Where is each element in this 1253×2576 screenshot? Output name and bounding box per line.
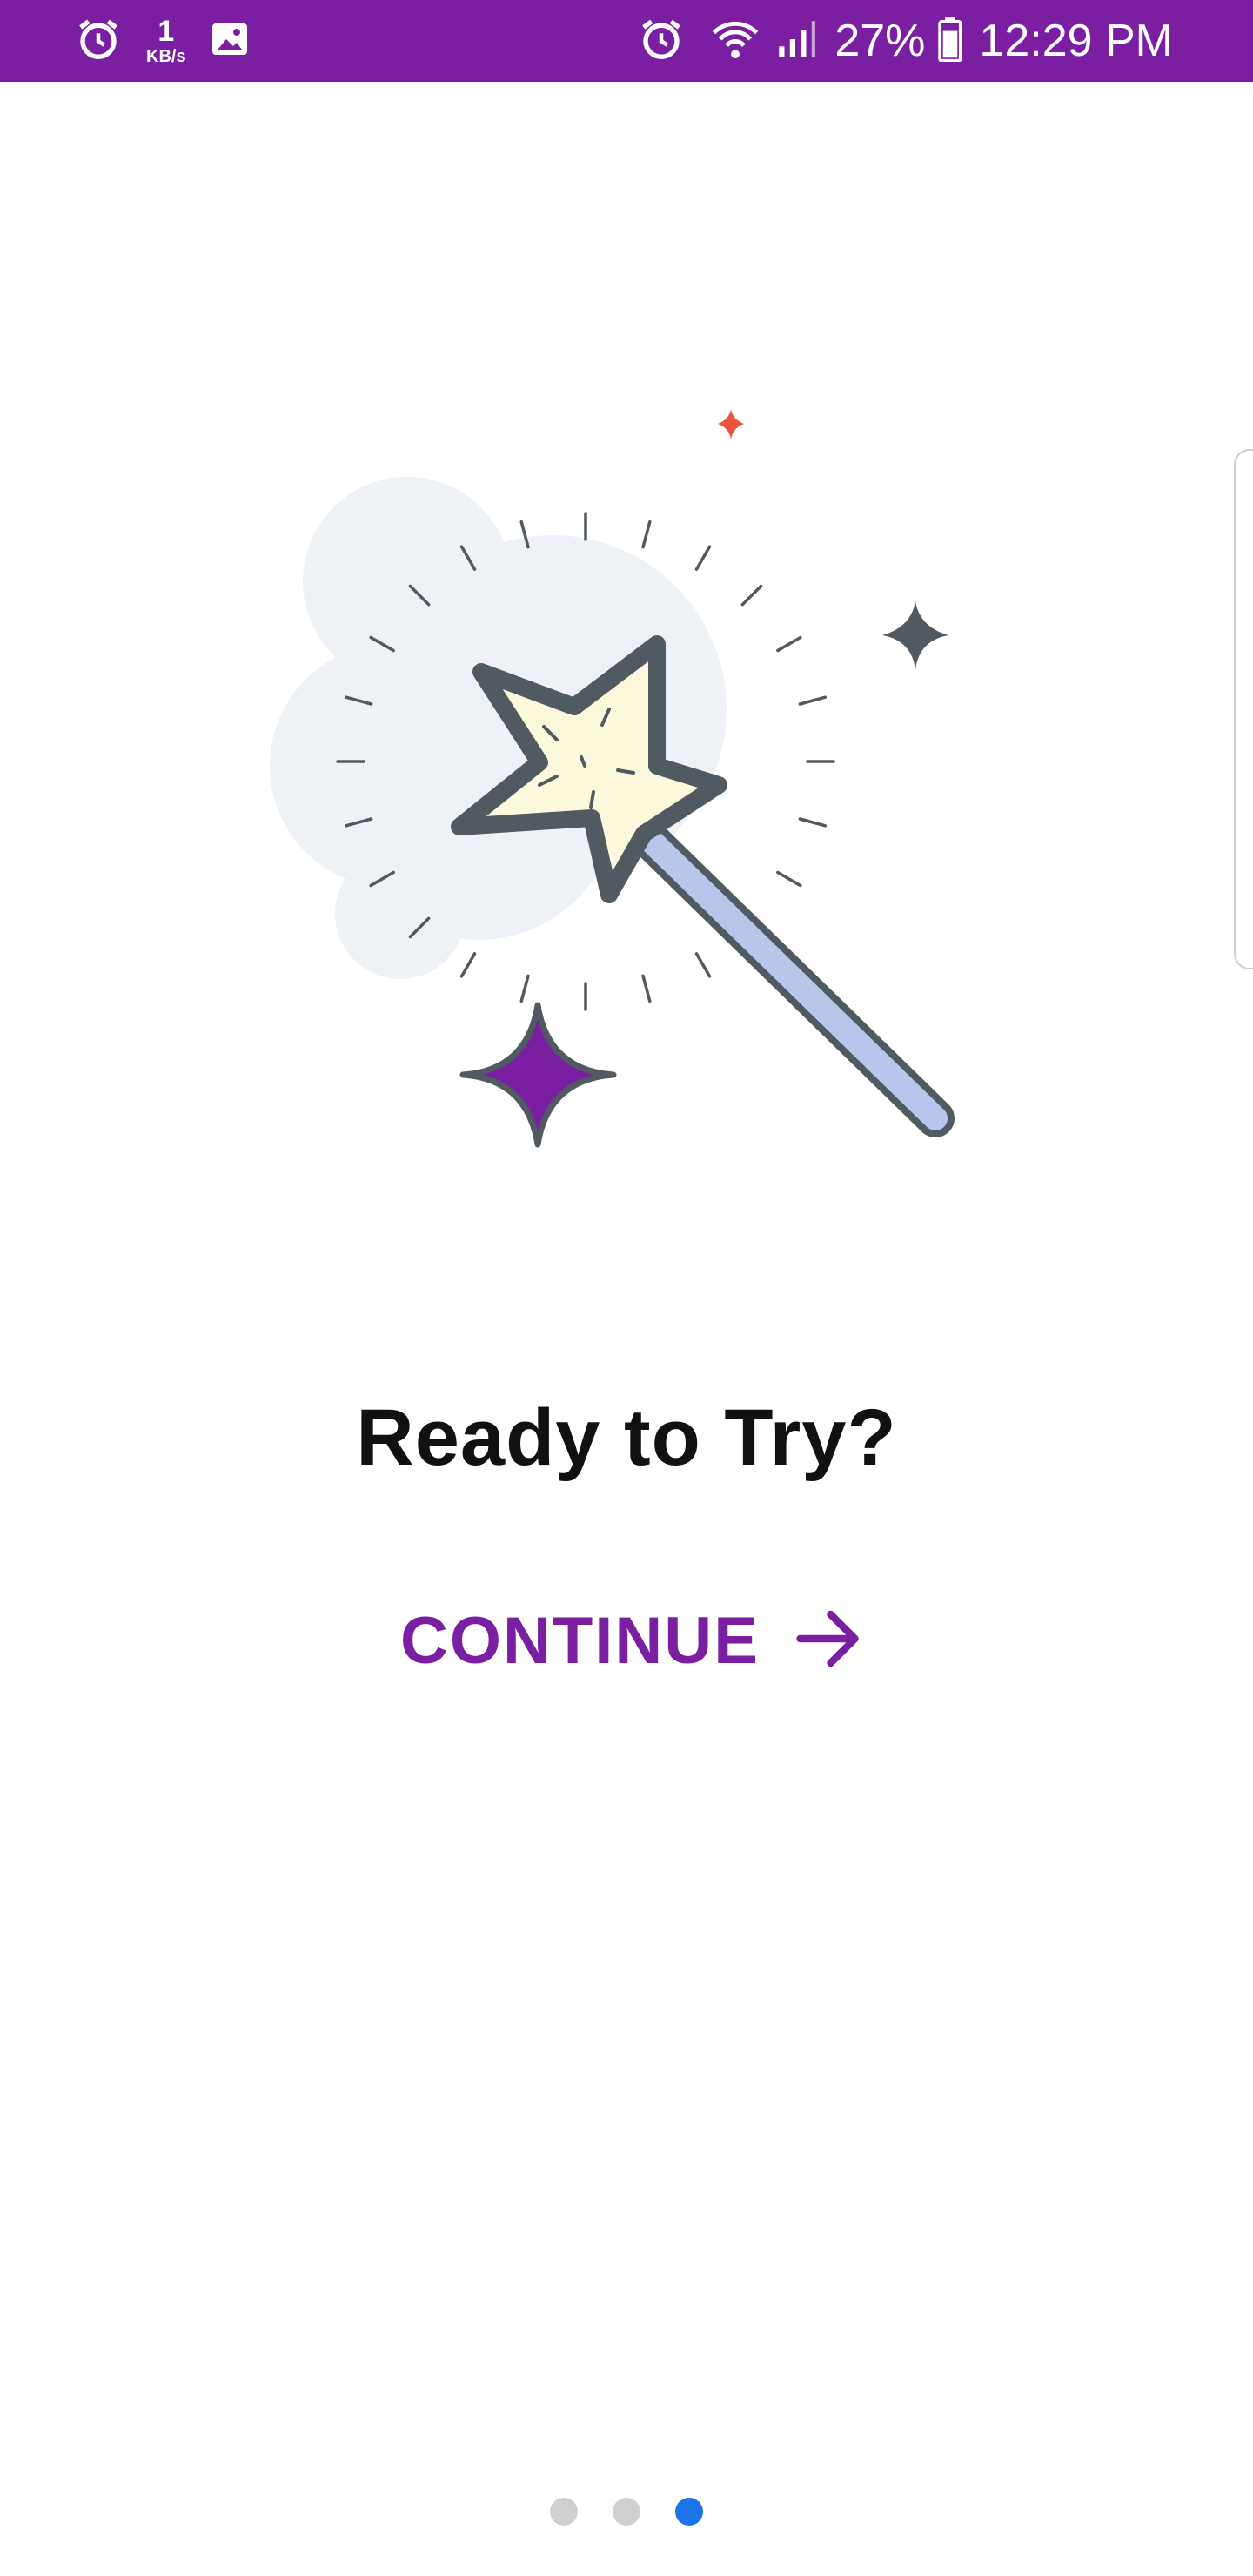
alarm-icon xyxy=(638,16,685,67)
sparkle-ray xyxy=(776,635,802,653)
battery-icon xyxy=(937,17,963,66)
clock-time: 12:29 PM xyxy=(979,16,1173,66)
page-title: Ready to Try? xyxy=(356,1393,897,1482)
image-icon xyxy=(209,18,251,64)
sparkle-ray xyxy=(694,952,712,978)
sparkle-ray xyxy=(459,952,477,978)
network-speed-value: 1 xyxy=(157,15,175,48)
sparkle-ray xyxy=(519,974,530,1003)
arrow-right-icon xyxy=(791,1602,864,1680)
sparkle-ray xyxy=(798,817,828,828)
page-dot-2[interactable] xyxy=(613,2498,640,2526)
status-left: 1 KB/s xyxy=(75,0,275,82)
sparkle-ray xyxy=(641,974,652,1003)
network-speed-unit: KB/s xyxy=(146,47,186,66)
magic-wand-illustration xyxy=(261,383,1009,1166)
sparkle-ray xyxy=(798,695,828,706)
continue-label: CONTINUE xyxy=(400,1603,760,1678)
dark-sparkle-icon xyxy=(882,600,948,670)
signal-icon xyxy=(774,17,817,65)
page-dot-1[interactable] xyxy=(550,2498,578,2526)
sparkle-ray xyxy=(740,584,763,607)
page-dot-3[interactable] xyxy=(675,2498,703,2526)
red-sparkle-icon xyxy=(718,409,744,439)
status-right: 27% 12:29 PM xyxy=(638,0,1173,82)
edge-panel-handle[interactable] xyxy=(1234,449,1253,969)
page-indicator xyxy=(0,2498,1253,2526)
wifi-icon xyxy=(709,16,761,67)
alarm-icon xyxy=(75,16,122,67)
battery-percent: 27% xyxy=(834,16,926,66)
continue-button[interactable]: CONTINUE xyxy=(400,1593,864,1688)
sparkle-ray xyxy=(776,870,802,888)
status-bar: 1 KB/s 27% 12:29 PM xyxy=(0,0,1253,82)
sparkle-ray xyxy=(641,520,652,549)
sparkle-ray xyxy=(694,545,712,571)
network-speed-indicator: 1 KB/s xyxy=(146,17,186,65)
purple-sparkle-icon xyxy=(459,1002,617,1148)
